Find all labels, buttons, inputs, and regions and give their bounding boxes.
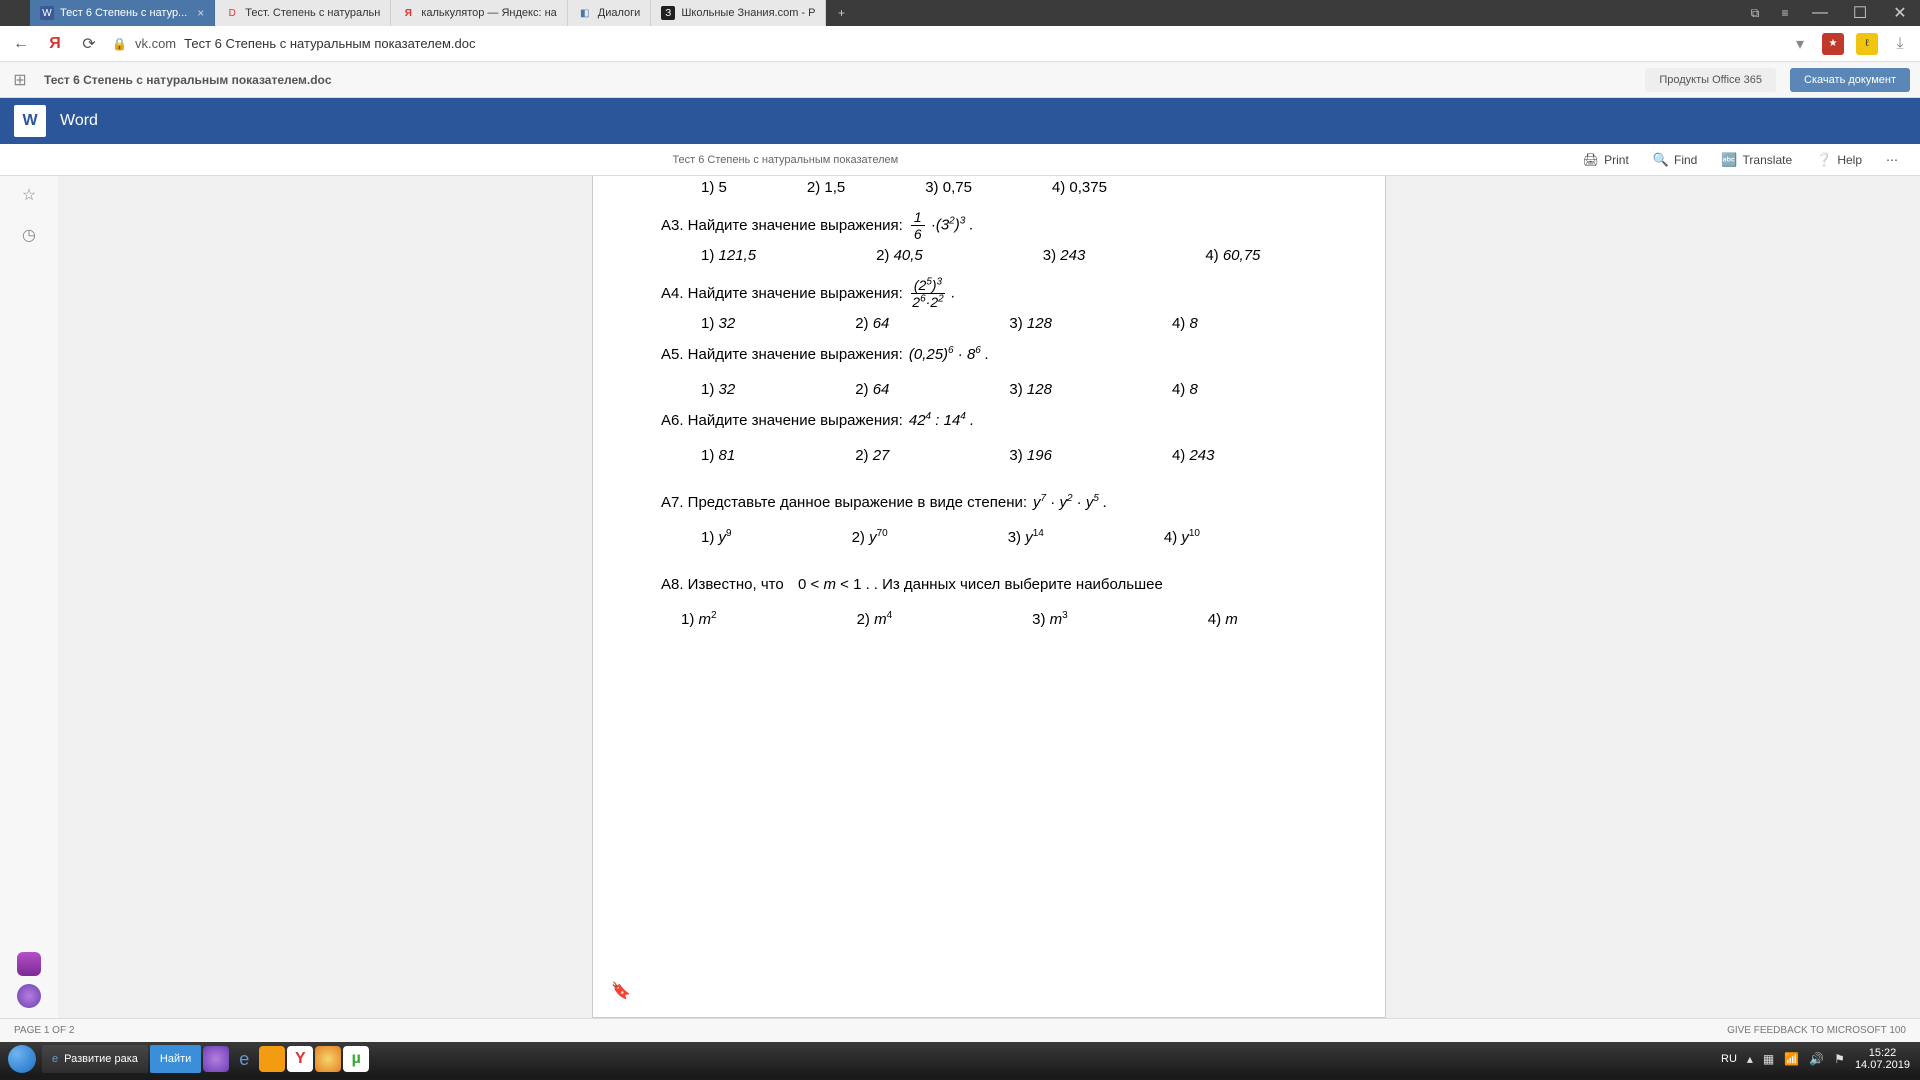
tab-2[interactable]: Я калькулятор — Яндекс: на [391, 0, 567, 26]
network-icon[interactable]: 📶 [1784, 1052, 1799, 1066]
download-button[interactable]: Скачать документ [1790, 68, 1910, 92]
search-icon: 🔍 [1653, 152, 1669, 168]
ie-icon: e [52, 1053, 58, 1065]
tab-label: Диалоги [598, 7, 641, 19]
question-a5: А5. Найдите значение выражения: (0,25)6 … [661, 346, 1317, 398]
minimize-button[interactable]: — [1800, 0, 1840, 26]
lock-icon: 🔒 [112, 37, 127, 51]
document-title: Тест 6 Степень с натуральным показателем [0, 154, 1571, 166]
alice-icon[interactable] [17, 984, 41, 1008]
system-tray: RU ▴ ▦ 📶 🔊 ⚑ 15:22 14.07.2019 [1721, 1047, 1916, 1071]
page-indicator: PAGE 1 OF 2 [14, 1025, 74, 1036]
tab-label: Тест 6 Степень с натур... [60, 7, 187, 19]
vk-icon: W [40, 6, 54, 20]
tab-icon: D [225, 6, 239, 20]
url-domain: vk.com [135, 36, 176, 51]
translate-button[interactable]: 🔤Translate [1709, 152, 1804, 168]
start-button[interactable] [4, 1042, 40, 1076]
panel-icon[interactable]: ⧉ [1740, 0, 1770, 26]
taskbar-yandex-icon[interactable]: Y [287, 1046, 313, 1072]
status-bar: PAGE 1 OF 2 GIVE FEEDBACK TO MICROSOFT 1… [0, 1018, 1920, 1042]
word-icon: W [14, 105, 46, 137]
tab-icon: З [661, 6, 675, 20]
tab-active[interactable]: W Тест 6 Степень с натур... × [30, 0, 215, 26]
windows-taskbar: e Развитие рака Найти e Y µ RU ▴ ▦ 📶 🔊 ⚑… [0, 1042, 1920, 1076]
help-button[interactable]: ❔Help [1804, 152, 1874, 168]
taskbar-utorrent-icon[interactable]: µ [343, 1046, 369, 1072]
tab-label: Тест. Степень с натуральн [245, 7, 380, 19]
clock[interactable]: 15:22 14.07.2019 [1855, 1047, 1910, 1071]
browser-titlebar: W Тест 6 Степень с натур... × D Тест. Ст… [0, 0, 1920, 26]
favorite-icon[interactable]: ☆ [18, 184, 40, 206]
bookmark-icon[interactable]: ▾ [1790, 34, 1810, 54]
question-a6: А6. Найдите значение выражения: 424 : 14… [661, 412, 1317, 464]
taskbar-ie[interactable]: e Развитие рака [42, 1045, 148, 1073]
url-input[interactable]: 🔒 vk.com Тест 6 Степень с натуральным по… [112, 36, 1778, 51]
back-button[interactable]: ← [10, 33, 32, 55]
taskbar-app-2[interactable] [315, 1046, 341, 1072]
taskbar-media-icon[interactable] [259, 1046, 285, 1072]
taskbar-find[interactable]: Найти [150, 1045, 201, 1073]
app-icon[interactable] [17, 952, 41, 976]
a2-answers: 1) 5 2) 1,5 3) 0,75 4) 0,375 [661, 179, 1317, 196]
extension-icon[interactable]: ℓ [1856, 33, 1878, 55]
reload-button[interactable]: ⟳ [78, 33, 100, 55]
document-page: 1) 5 2) 1,5 3) 0,75 4) 0,375 А3. Найдите… [592, 176, 1386, 1018]
taskbar-app-1[interactable] [203, 1046, 229, 1072]
sidebar-toggle[interactable] [0, 0, 30, 26]
tab-1[interactable]: D Тест. Степень с натуральн [215, 0, 391, 26]
help-icon: ❔ [1816, 152, 1832, 168]
feedback-link[interactable]: GIVE FEEDBACK TO MICROSOFT 100 [1727, 1025, 1906, 1036]
download-icon[interactable]: ⤓ [1890, 34, 1910, 54]
taskbar-ie-icon[interactable]: e [231, 1046, 257, 1072]
action-icon[interactable]: ⚑ [1834, 1052, 1845, 1066]
extension-icon[interactable]: ★ [1822, 33, 1844, 55]
word-label: Word [60, 112, 98, 130]
more-button[interactable]: ⋯ [1874, 153, 1910, 167]
flag-icon[interactable]: ▦ [1763, 1052, 1774, 1066]
document-name: Тест 6 Степень с натуральным показателем… [44, 73, 332, 87]
bookmark-icon[interactable]: 🔖 [611, 981, 631, 1001]
find-button[interactable]: 🔍Find [1641, 152, 1710, 168]
word-header: W Word [0, 98, 1920, 144]
left-sidebar: ☆ ◷ [0, 176, 58, 1018]
translate-icon: 🔤 [1721, 152, 1737, 168]
close-button[interactable]: ✕ [1880, 0, 1920, 26]
question-a8: А8. Известно, что 0 < m < 1 . . Из данны… [661, 576, 1317, 628]
print-button[interactable]: 🖨Print [1571, 152, 1641, 168]
yandex-icon: Я [401, 6, 415, 20]
history-icon[interactable]: ◷ [18, 224, 40, 246]
close-icon[interactable]: × [197, 6, 204, 20]
view-toolbar: Тест 6 Степень с натуральным показателем… [0, 144, 1920, 176]
tab-3[interactable]: ◧ Диалоги [568, 0, 652, 26]
maximize-button[interactable]: ☐ [1840, 0, 1880, 26]
question-a7: А7. Представьте данное выражение в виде … [661, 494, 1317, 546]
tab-4[interactable]: З Школьные Знания.com - Р [651, 0, 826, 26]
apps-icon[interactable]: ⊞ [10, 70, 30, 90]
tab-icon: ◧ [578, 6, 592, 20]
tray-chevron-icon[interactable]: ▴ [1747, 1052, 1753, 1066]
document-toolbar: ⊞ Тест 6 Степень с натуральным показател… [0, 62, 1920, 98]
new-tab-button[interactable]: + [826, 0, 856, 26]
tab-label: калькулятор — Яндекс: на [421, 7, 556, 19]
yandex-button[interactable]: Я [44, 33, 66, 55]
print-icon: 🖨 [1583, 152, 1600, 168]
address-bar: ← Я ⟳ 🔒 vk.com Тест 6 Степень с натураль… [0, 26, 1920, 62]
document-viewport[interactable]: 1) 5 2) 1,5 3) 0,75 4) 0,375 А3. Найдите… [58, 176, 1920, 1018]
tab-label: Школьные Знания.com - Р [681, 7, 815, 19]
url-path: Тест 6 Степень с натуральным показателем… [184, 36, 475, 51]
menu-icon[interactable]: ≡ [1770, 0, 1800, 26]
question-a3: А3. Найдите значение выражения: 16 ·(32)… [661, 210, 1317, 264]
question-a4: А4. Найдите значение выражения: (25)326·… [661, 278, 1317, 332]
lang-indicator[interactable]: RU [1721, 1053, 1737, 1065]
office365-button[interactable]: Продукты Office 365 [1645, 68, 1776, 92]
volume-icon[interactable]: 🔊 [1809, 1052, 1824, 1066]
